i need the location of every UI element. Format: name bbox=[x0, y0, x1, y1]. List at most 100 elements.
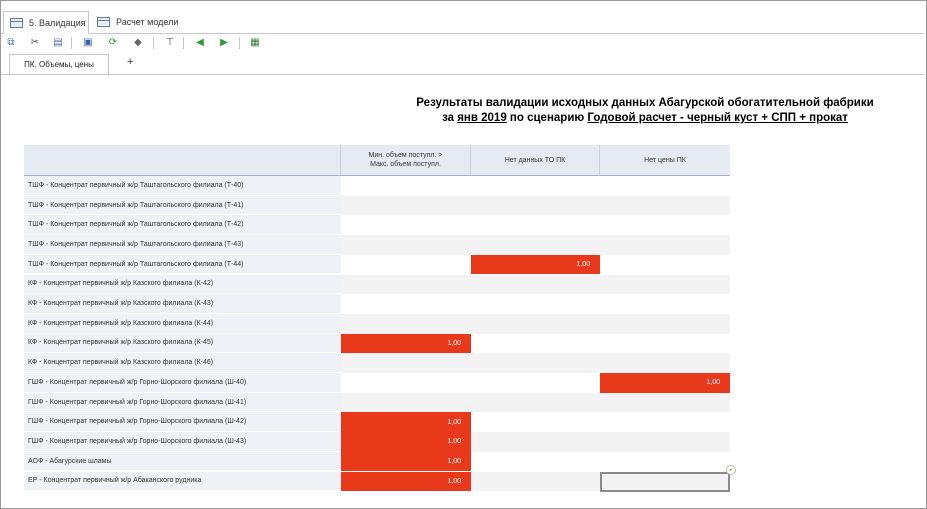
column-header-no-price[interactable]: Нет цены ПК bbox=[600, 145, 730, 175]
grid-cell[interactable] bbox=[600, 412, 730, 432]
save-icon[interactable]: ▣ bbox=[81, 36, 95, 50]
grid-cell[interactable] bbox=[341, 313, 471, 334]
tab-model-calculation[interactable]: Расчет модели bbox=[91, 11, 181, 32]
title-prefix: за bbox=[442, 112, 458, 124]
add-sheet-button[interactable]: + bbox=[127, 56, 133, 68]
grid-cell[interactable] bbox=[471, 373, 600, 393]
grid-cell[interactable] bbox=[471, 176, 600, 196]
row-label[interactable]: ТШФ - Концентрат первичный ж/р Таштаголь… bbox=[24, 254, 341, 275]
grid-cell[interactable] bbox=[341, 392, 471, 413]
cell-handle-icon[interactable]: ▸ bbox=[726, 465, 736, 475]
sheet-tabs: ПК. Объемы, цены + bbox=[1, 54, 924, 75]
paste-icon[interactable]: ▤ bbox=[51, 36, 65, 50]
row-label[interactable]: КФ - Концентрат первичный ж/р Казского ф… bbox=[24, 313, 341, 334]
grid-cell[interactable] bbox=[341, 274, 471, 295]
grid-cell[interactable]: 1,00 bbox=[600, 373, 730, 393]
grid-cell[interactable] bbox=[341, 176, 471, 196]
grid-cell[interactable] bbox=[600, 176, 730, 196]
grid-cell[interactable] bbox=[341, 195, 471, 216]
grid-cell[interactable] bbox=[600, 274, 730, 295]
sheet-tab-volumes-prices[interactable]: ПК. Объемы, цены bbox=[9, 54, 109, 75]
table-row: КФ - Концентрат первичный ж/р Казского ф… bbox=[24, 353, 730, 373]
grid-cell[interactable] bbox=[341, 215, 471, 235]
export-icon[interactable]: ▦ bbox=[248, 36, 262, 50]
arrow-left-icon[interactable]: ◀ bbox=[193, 36, 207, 50]
arrow-right-icon[interactable]: ▶ bbox=[217, 36, 231, 50]
grid-cell[interactable] bbox=[471, 432, 600, 452]
toolbar-separator bbox=[71, 37, 72, 49]
grid-cell[interactable] bbox=[600, 195, 730, 216]
grid-cell[interactable] bbox=[600, 452, 730, 472]
column-header-min-max-volume[interactable]: Мин. объем поступл. > Макс. объем поступ… bbox=[341, 145, 471, 175]
row-label[interactable]: КФ - Концентрат первичный ж/р Казского ф… bbox=[24, 353, 341, 373]
tab-validation[interactable]: 5. Валидация bbox=[3, 11, 89, 34]
grid-cell[interactable]: 1,00 bbox=[341, 432, 471, 452]
row-label[interactable]: АОФ - Абагурские шламы bbox=[24, 451, 341, 472]
grid-cell[interactable] bbox=[600, 215, 730, 235]
row-label[interactable]: ГШФ - Концентрат первичный ж/р Горно-Шор… bbox=[24, 432, 341, 452]
table-row: КФ - Концентрат первичный ж/р Казского ф… bbox=[24, 333, 730, 354]
title-line-2: за янв 2019 по сценарию Годовой расчет -… bbox=[300, 111, 927, 126]
row-label[interactable]: ЕР - Концентрат первичный ж/р Абаканског… bbox=[24, 471, 341, 492]
grid-cell[interactable] bbox=[471, 334, 600, 354]
grid-cell[interactable] bbox=[471, 471, 600, 492]
grid-cell[interactable] bbox=[471, 235, 600, 255]
table-row: ТШФ - Концентрат первичный ж/р Таштаголь… bbox=[24, 235, 730, 255]
row-label[interactable]: ГШФ - Концентрат первичный ж/р Горно-Шор… bbox=[24, 412, 341, 433]
grid-cell[interactable]: 1,00 bbox=[471, 254, 600, 275]
grid-cell[interactable] bbox=[471, 412, 600, 432]
grid-cell[interactable]: 1,00 bbox=[341, 471, 471, 492]
grid-cell[interactable] bbox=[471, 353, 600, 373]
scenario-link[interactable]: Годовой расчет - черный куст + СПП + про… bbox=[587, 112, 848, 124]
row-label[interactable]: КФ - Концентрат первичный ж/р Казского ф… bbox=[24, 333, 341, 354]
grid-cell[interactable] bbox=[341, 235, 471, 255]
grid-cell[interactable]: 1,00 bbox=[341, 451, 471, 472]
selected-cell[interactable] bbox=[600, 472, 730, 492]
refresh-icon[interactable]: ⟳ bbox=[106, 36, 120, 50]
grid-cell[interactable] bbox=[600, 313, 730, 334]
grid-cell[interactable] bbox=[471, 195, 600, 216]
grid-cell[interactable] bbox=[600, 353, 730, 373]
grid-cell[interactable]: 1,00 bbox=[341, 412, 471, 433]
toolbar-separator bbox=[239, 37, 240, 49]
report-title: Результаты валидации исходных данных Аба… bbox=[300, 96, 927, 126]
grid-cell[interactable] bbox=[471, 294, 600, 314]
row-label[interactable]: ГШФ - Концентрат первичный ж/р Горно-Шор… bbox=[24, 392, 341, 413]
grid-cell[interactable] bbox=[600, 235, 730, 255]
column-header-no-to-data[interactable]: Нет данных ТО ПК bbox=[471, 145, 600, 175]
table-row: ГШФ - Концентрат первичный ж/р Горно-Шор… bbox=[24, 432, 730, 452]
grid-cell[interactable]: 1,00 bbox=[341, 333, 471, 354]
filter-icon[interactable]: ⊤ bbox=[163, 36, 177, 50]
divider bbox=[1, 74, 924, 75]
row-label[interactable]: КФ - Концентрат первичный ж/р Казского ф… bbox=[24, 294, 341, 314]
row-label[interactable]: ТШФ - Концентрат первичный ж/р Таштаголь… bbox=[24, 215, 341, 236]
table-row: ГШФ - Концентрат первичный ж/р Горно-Шор… bbox=[24, 412, 730, 433]
copy-icon[interactable]: ⧉ bbox=[4, 36, 18, 50]
cut-icon[interactable]: ✂ bbox=[28, 36, 42, 50]
grid-cell[interactable] bbox=[471, 274, 600, 295]
eraser-icon[interactable]: ◆ bbox=[131, 36, 145, 50]
grid-cell[interactable] bbox=[341, 255, 471, 275]
row-label[interactable]: КФ - Концентрат первичный ж/р Казского ф… bbox=[24, 274, 341, 295]
table-row: АОФ - Абагурские шламы 1,00 bbox=[24, 451, 730, 472]
grid-cell[interactable] bbox=[600, 294, 730, 314]
period-link[interactable]: янв 2019 bbox=[457, 112, 507, 124]
row-label[interactable]: ТШФ - Концентрат первичный ж/р Таштаголь… bbox=[24, 176, 341, 196]
row-label[interactable]: ГШФ - Концентрат первичный ж/р Горно-Шор… bbox=[24, 373, 341, 393]
grid-cell[interactable] bbox=[341, 294, 471, 314]
grid-cell[interactable] bbox=[600, 255, 730, 275]
grid-cell[interactable] bbox=[471, 313, 600, 334]
row-label[interactable]: ТШФ - Концентрат первичный ж/р Таштаголь… bbox=[24, 195, 341, 216]
grid-cell[interactable] bbox=[600, 334, 730, 354]
row-label[interactable]: ТШФ - Концентрат первичный ж/р Таштаголь… bbox=[24, 235, 341, 255]
table-row: КФ - Концентрат первичный ж/р Казского ф… bbox=[24, 294, 730, 314]
table-row: ТШФ - Концентрат первичный ж/р Таштаголь… bbox=[24, 176, 730, 196]
grid-cell[interactable] bbox=[341, 373, 471, 393]
grid-cell[interactable] bbox=[471, 392, 600, 413]
grid-cell[interactable] bbox=[341, 353, 471, 373]
grid-cell[interactable] bbox=[600, 432, 730, 452]
title-line-1: Результаты валидации исходных данных Аба… bbox=[416, 97, 874, 109]
grid-cell[interactable] bbox=[600, 392, 730, 413]
grid-cell[interactable] bbox=[471, 215, 600, 235]
grid-cell[interactable] bbox=[471, 452, 600, 472]
